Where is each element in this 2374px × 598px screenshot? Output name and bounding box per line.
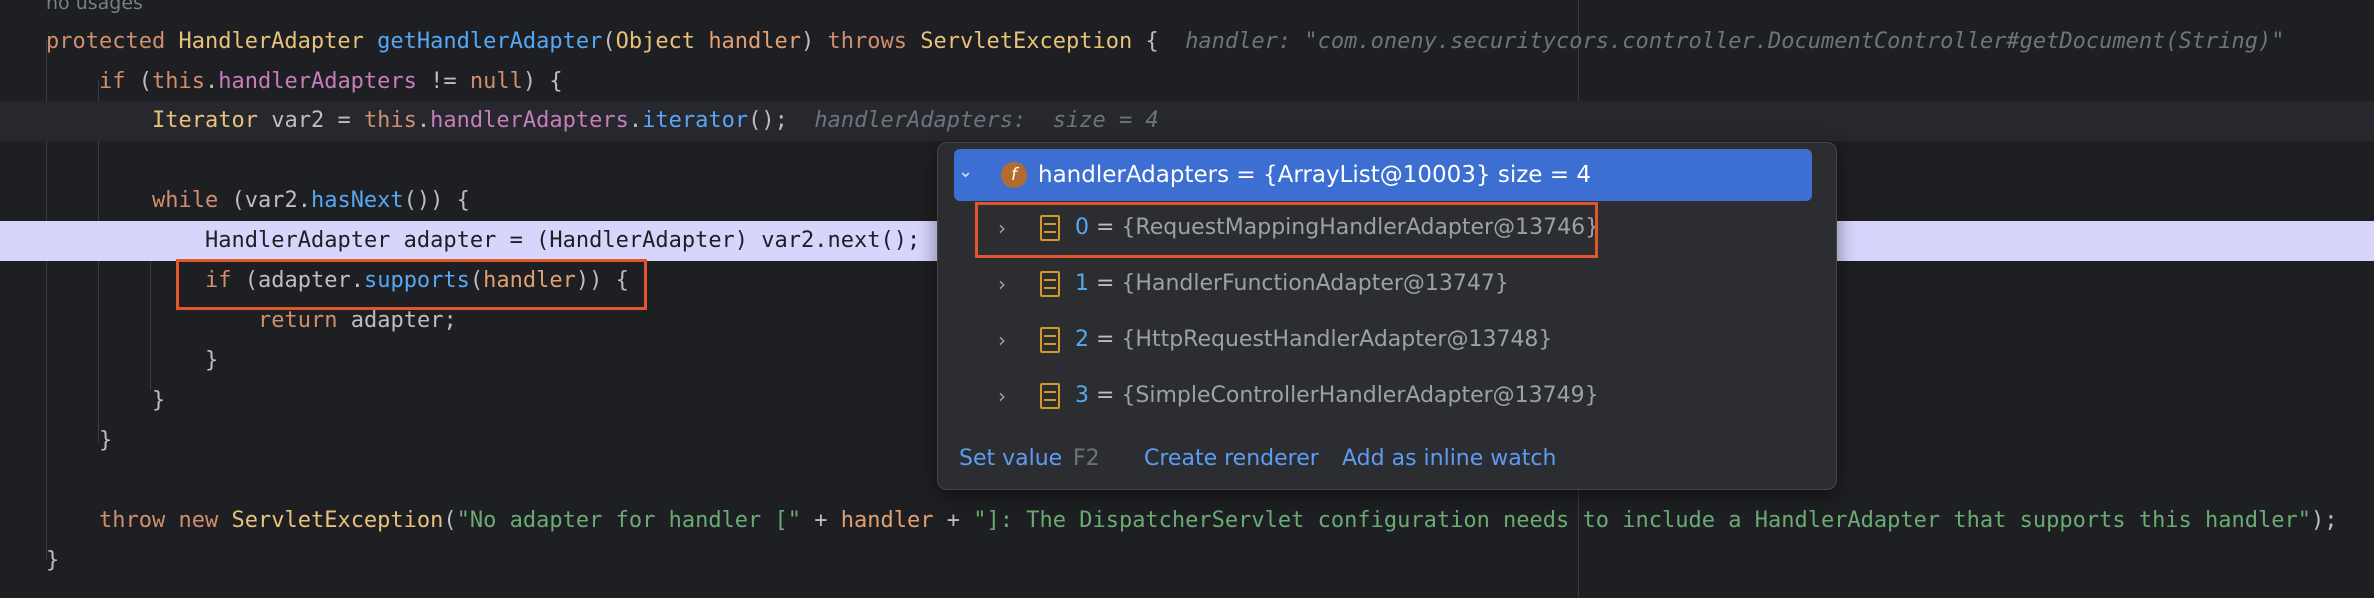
field: handlerAdapters [430, 108, 629, 133]
method-name: getHandlerAdapter [377, 29, 603, 54]
code-line-13[interactable]: throw new ServletException("No adapter f… [99, 501, 2338, 541]
code-text: var2 = [257, 108, 364, 133]
code-text: ( [443, 508, 457, 533]
keyword: if [99, 69, 126, 94]
keyword: null [469, 69, 523, 94]
code-line-14[interactable]: } [46, 541, 59, 581]
array-icon [1040, 327, 1060, 353]
code-line-1[interactable]: protected HandlerAdapter getHandlerAdapt… [46, 22, 2285, 62]
code-line-5[interactable]: while (var2.hasNext()) { [152, 181, 470, 221]
method-call: hasNext [310, 188, 404, 213]
code-line-2[interactable]: if (this.handlerAdapters != null) { [99, 62, 563, 102]
popup-footer: Set value F2 Create renderer Add as inli… [938, 439, 1836, 479]
child-eq: = [1089, 271, 1122, 296]
child-value: {HttpRequestHandlerAdapter@13748} [1121, 327, 1553, 352]
set-value-link[interactable]: Set value [959, 439, 1062, 479]
child-eq: = [1089, 327, 1122, 352]
type: ServletException [920, 29, 1133, 54]
method-call: iterator [642, 108, 749, 133]
keyword: return [258, 308, 338, 333]
highlight-box-supports-call [176, 259, 647, 310]
type: Iterator [152, 108, 258, 133]
array-icon [1040, 383, 1060, 409]
chevron-right-icon[interactable]: › [998, 273, 1016, 295]
child-eq: = [1089, 383, 1122, 408]
child-index: 1 [1075, 271, 1089, 296]
tree-node-handler-adapters[interactable]: ⌄ f handlerAdapters = {ArrayList@10003} … [954, 149, 1812, 201]
punct: ( [602, 29, 616, 54]
code-text: . [628, 108, 643, 133]
usages-hint: no usages [46, 0, 143, 14]
string-literal: "No adapter for handler [" [456, 508, 802, 533]
keyword: this [152, 69, 205, 94]
keyword: this [363, 108, 417, 133]
inline-value-hint: handlerAdapters: size = 4 [814, 108, 1159, 133]
type: ServletException [231, 508, 444, 533]
code-text: ()) { [403, 188, 470, 213]
code-text: ); [2311, 508, 2338, 533]
keyword: throws [827, 29, 908, 54]
code-text: . [416, 108, 431, 133]
keyword: protected [46, 29, 166, 54]
add-inline-watch-link[interactable]: Add as inline watch [1342, 439, 1556, 479]
create-renderer-link[interactable]: Create renderer [1144, 439, 1319, 479]
code-line-10[interactable]: } [152, 381, 165, 421]
code-line-9[interactable]: } [205, 341, 218, 381]
set-value-shortcut: F2 [1073, 446, 1100, 471]
chevron-right-icon[interactable]: › [998, 385, 1016, 407]
field: handlerAdapters [218, 69, 417, 94]
keyword: new [178, 508, 219, 533]
code-text: adapter; [337, 308, 457, 333]
code-text: . [204, 69, 219, 94]
array-icon [1040, 271, 1060, 297]
code-text: + [933, 508, 974, 533]
debugger-value-popup[interactable]: ⌄ f handlerAdapters = {ArrayList@10003} … [937, 142, 1837, 490]
tree-node-child-1[interactable]: › 1 = {HandlerFunctionAdapter@13747} [954, 259, 1812, 309]
field-icon: f [1001, 162, 1027, 188]
child-index: 2 [1075, 327, 1089, 352]
chevron-right-icon[interactable]: › [998, 329, 1016, 351]
type: HandlerAdapter [178, 29, 364, 54]
child-index: 3 [1075, 383, 1089, 408]
punct: ) [801, 29, 815, 54]
node-label: handlerAdapters = {ArrayList@10003} size… [1038, 162, 1591, 188]
code-text: (var2. [218, 188, 311, 213]
child-value: {SimpleControllerHandlerAdapter@13749} [1121, 383, 1599, 408]
child-value: {HandlerFunctionAdapter@13747} [1121, 271, 1509, 296]
code-text: != [416, 69, 470, 94]
code-line-6-execution-point[interactable]: HandlerAdapter adapter = (HandlerAdapter… [205, 221, 920, 261]
code-text: ) { [522, 69, 563, 94]
string-literal: "]: The DispatcherServlet configuration … [973, 508, 2312, 533]
tree-node-child-2[interactable]: › 2 = {HttpRequestHandlerAdapter@13748} [954, 315, 1812, 365]
code-text: (); [748, 108, 788, 133]
parameter: handler [840, 508, 934, 533]
chevron-down-icon[interactable]: ⌄ [958, 163, 976, 181]
tree-node-child-3[interactable]: › 3 = {SimpleControllerHandlerAdapter@13… [954, 371, 1812, 421]
code-text: ( [125, 69, 152, 94]
code-line-11[interactable]: } [99, 421, 112, 461]
code-line-3[interactable]: Iterator var2 = this.handlerAdapters.ite… [152, 101, 1159, 141]
punct: { [1145, 29, 1159, 54]
highlight-box-child-0 [975, 202, 1598, 258]
keyword: throw [99, 508, 166, 533]
keyword: while [152, 188, 219, 213]
code-text: + [801, 508, 841, 533]
type: Object [615, 29, 696, 54]
parameter: handler [708, 29, 802, 54]
inline-value-hint: handler: "com.oneny.securitycors.control… [1185, 29, 2285, 54]
